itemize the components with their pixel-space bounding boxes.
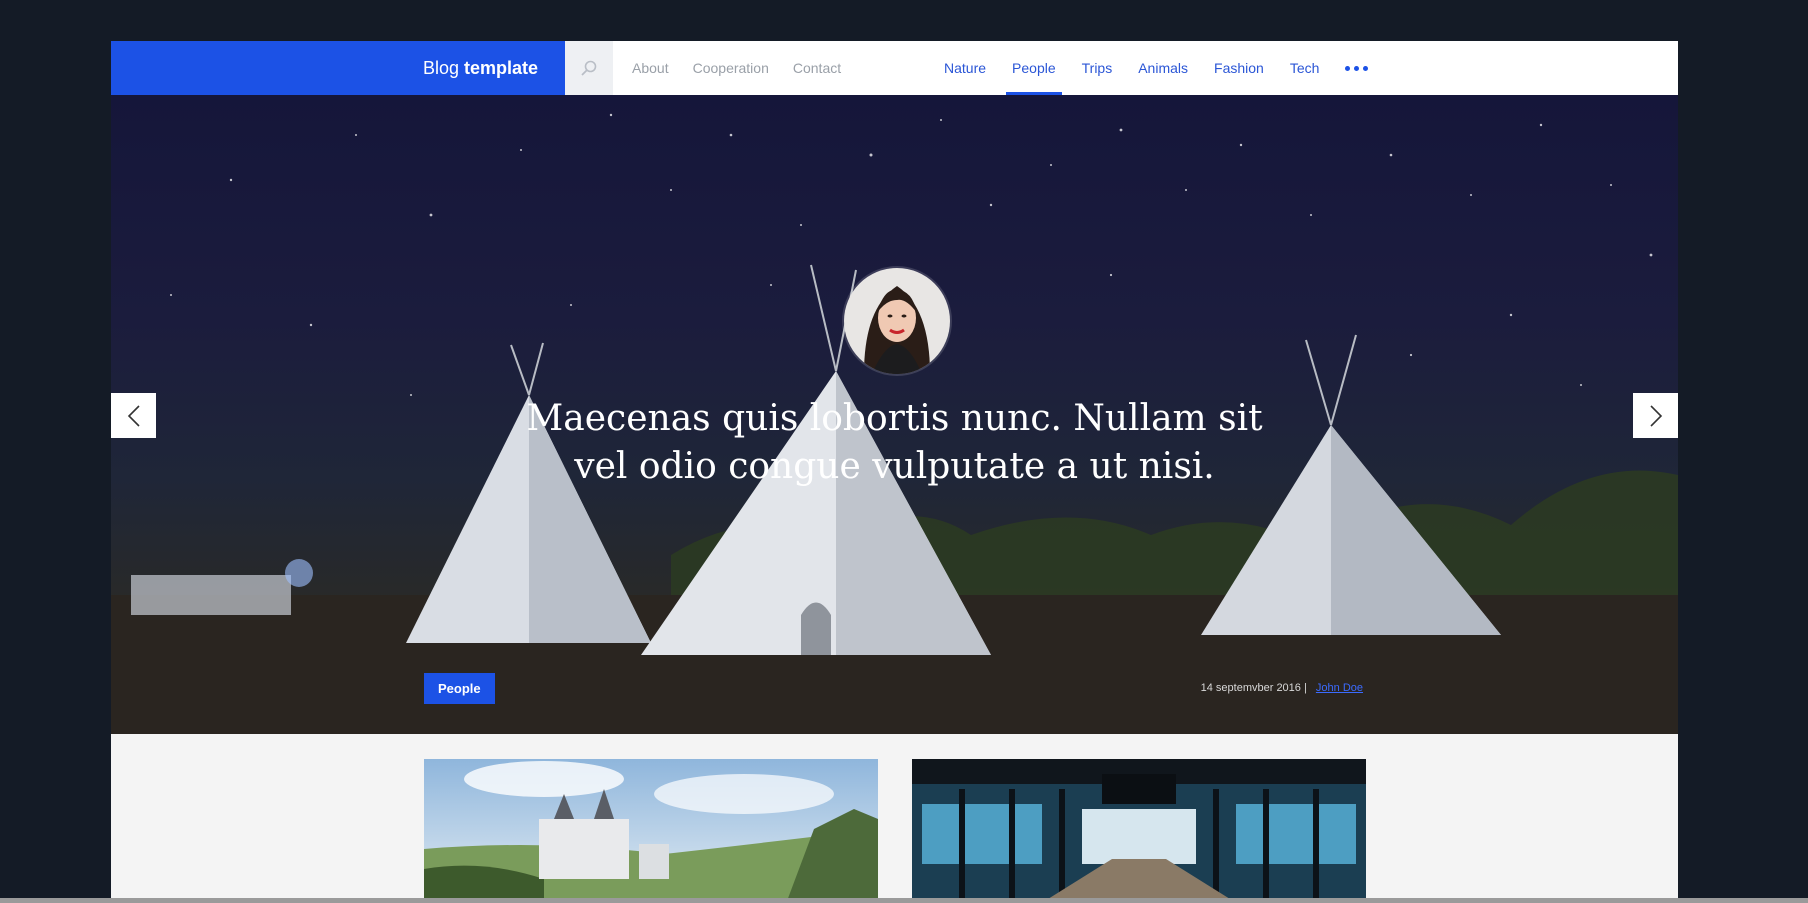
hero-headline[interactable]: Maecenas quis lobortis nunc. Nullam sit …	[511, 395, 1278, 491]
slider-prev-button[interactable]	[111, 393, 156, 438]
page-frame: Blog template About Cooperation Contact …	[111, 41, 1678, 903]
author-link[interactable]: John Doe	[1316, 682, 1363, 694]
post-date: 14 septemvber 2016	[1200, 682, 1301, 694]
nav-link-cooperation[interactable]: Cooperation	[693, 60, 769, 76]
post-meta: 14 septemvber 2016 | John Doe	[1201, 682, 1363, 694]
search-icon	[581, 60, 597, 76]
category-tag[interactable]: People	[424, 673, 495, 704]
chevron-left-icon	[127, 404, 140, 427]
more-dots-icon[interactable]	[1345, 41, 1369, 95]
nav-link-contact[interactable]: Contact	[793, 60, 841, 76]
brand-text-1: Blog	[422, 57, 459, 78]
nav-link-tech[interactable]: Tech	[1290, 41, 1320, 95]
brand-text-2: template	[463, 57, 538, 78]
bottom-scrollbar[interactable]	[0, 898, 1808, 903]
nav-link-people[interactable]: People	[1006, 41, 1062, 95]
post-card-castle[interactable]	[424, 759, 878, 903]
hero-slider: Maecenas quis lobortis nunc. Nullam sit …	[111, 95, 1678, 734]
secondary-nav: About Cooperation Contact	[632, 41, 865, 95]
card-image-station	[912, 759, 1366, 903]
post-card-station[interactable]	[912, 759, 1366, 903]
card-image-castle	[424, 759, 878, 903]
nav-link-animals[interactable]: Animals	[1138, 41, 1188, 95]
category-nav: Nature People Trips Animals Fashion Tech	[944, 41, 1369, 95]
brand-logo[interactable]: Blog template	[111, 41, 565, 95]
site-header: Blog template About Cooperation Contact …	[111, 41, 1678, 96]
slider-next-button[interactable]	[1633, 393, 1678, 438]
nav-link-about[interactable]: About	[632, 60, 669, 76]
nav-link-trips[interactable]: Trips	[1082, 41, 1113, 95]
nav-link-nature[interactable]: Nature	[944, 41, 986, 95]
author-avatar[interactable]	[842, 266, 952, 376]
nav-link-fashion[interactable]: Fashion	[1214, 41, 1264, 95]
chevron-right-icon	[1649, 404, 1662, 427]
search-button[interactable]	[565, 41, 613, 95]
meta-separator: |	[1303, 682, 1307, 694]
